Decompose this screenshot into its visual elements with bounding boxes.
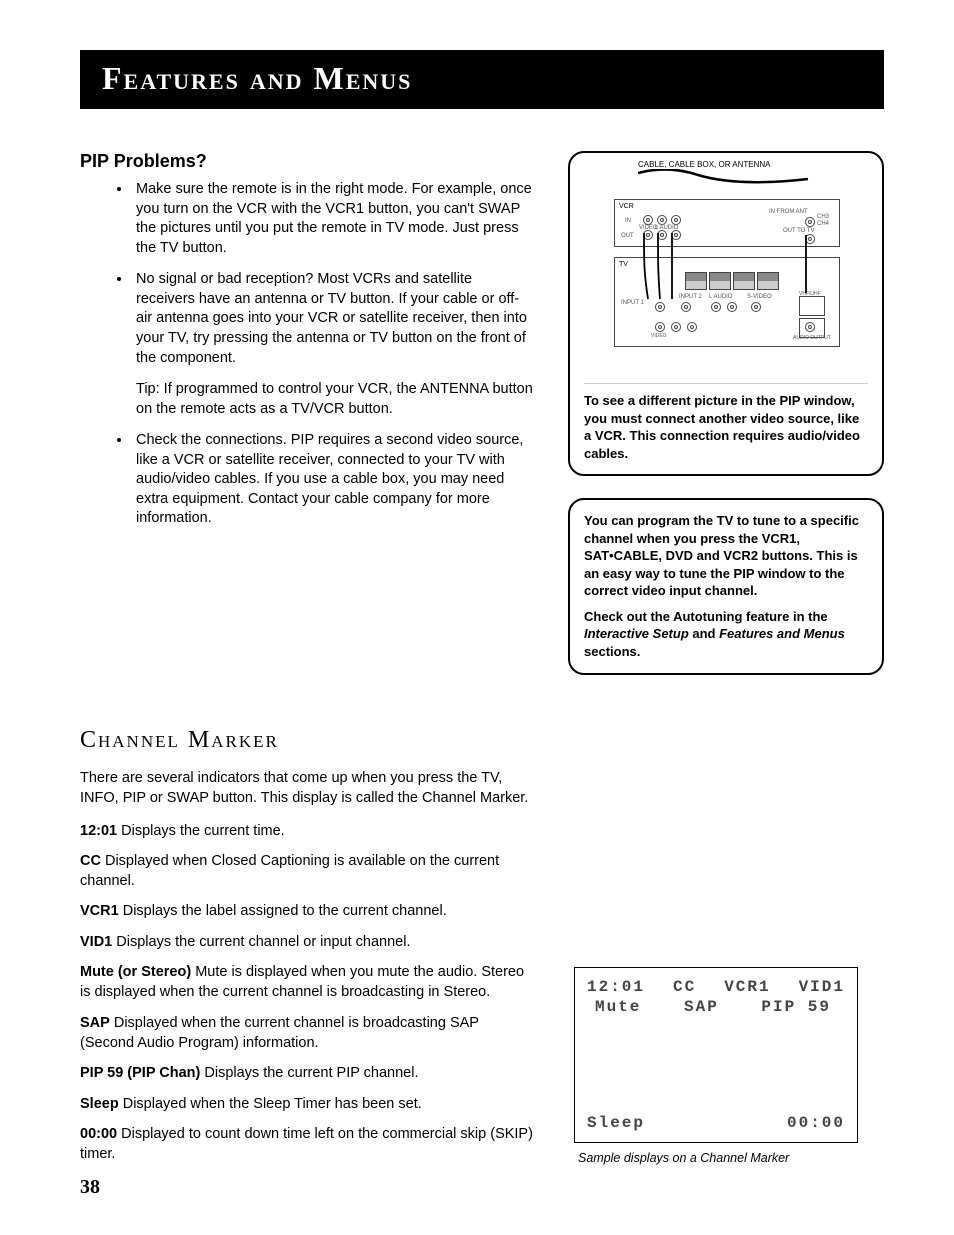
diagram-source-label: CABLE, CABLE BOX, OR ANTENNA xyxy=(638,161,770,169)
callout2-p2e: sections. xyxy=(584,644,640,659)
def-sleep: Sleep Displayed when the Sleep Timer has… xyxy=(80,1094,534,1114)
def-sap: SAP Displayed when the current channel i… xyxy=(80,1013,534,1054)
callout2-p2: Check out the Autotuning feature in the … xyxy=(584,608,868,661)
def-cc: CC Displayed when Closed Captioning is a… xyxy=(80,851,534,892)
marker-mute: Mute xyxy=(595,998,641,1016)
pip-b3-p1: Check the connections. PIP requires a se… xyxy=(136,431,534,529)
callout-autotune: You can program the TV to tune to a spec… xyxy=(568,498,884,674)
term-sleep: Sleep xyxy=(80,1096,119,1112)
marker-vcr1: VCR1 xyxy=(724,978,770,996)
def-vid1: VID1 Displays the current channel or inp… xyxy=(80,932,534,952)
desc-1201: Displays the current time. xyxy=(117,823,285,839)
desc-cc: Displayed when Closed Captioning is avai… xyxy=(80,853,499,889)
diagram-wires xyxy=(638,233,838,313)
callout2-p1: You can program the TV to tune to a spec… xyxy=(584,512,868,600)
marker-vid1: VID1 xyxy=(799,978,845,996)
callout-diagram: CABLE, CABLE BOX, OR ANTENNA VCR IN OUT xyxy=(568,151,884,476)
desc-sleep: Displayed when the Sleep Timer has been … xyxy=(119,1096,422,1112)
pip-b2-p1: No signal or bad reception? Most VCRs an… xyxy=(136,270,534,368)
diagram-tv-label: TV xyxy=(619,261,628,268)
marker-cc: CC xyxy=(673,978,696,996)
pip-bullet-list: Make sure the remote is in the right mod… xyxy=(80,180,534,529)
desc-0000: Displayed to count down time left on the… xyxy=(80,1126,533,1162)
page-header: Features and Menus xyxy=(80,50,884,109)
diagram-ch3-label: CH3 xyxy=(817,214,829,220)
callout2-p2b: Interactive Setup xyxy=(584,626,689,641)
def-0000: 00:00 Displayed to count down time left … xyxy=(80,1124,534,1165)
page-number: 38 xyxy=(80,1176,100,1199)
term-pip59: PIP 59 (PIP Chan) xyxy=(80,1065,200,1081)
term-sap: SAP xyxy=(80,1015,110,1031)
diagram-ch4-label: CH4 xyxy=(817,221,829,227)
marker-time: 12:01 xyxy=(587,978,645,996)
desc-vcr1: Displays the label assigned to the curre… xyxy=(119,903,447,919)
callout2-p2d: Features and Menus xyxy=(719,626,845,641)
channel-marker-display: 12:01 CC VCR1 VID1 Mute SAP PIP 59 Sleep… xyxy=(574,967,858,1143)
def-1201: 12:01 Displays the current time. xyxy=(80,821,534,841)
diagram-vcr-label: VCR xyxy=(619,203,634,210)
pip-bullet-2: No signal or bad reception? Most VCRs an… xyxy=(132,270,534,419)
pip-b2-p2: Tip: If programmed to control your VCR, … xyxy=(136,380,534,419)
connection-diagram: CABLE, CABLE BOX, OR ANTENNA VCR IN OUT xyxy=(584,153,868,384)
callout1-text: To see a different picture in the PIP wi… xyxy=(584,392,868,462)
diagram-audiol-label: L AUDIO xyxy=(655,225,678,231)
diagram-video2-label: VIDEO xyxy=(651,334,667,339)
right-column: CABLE, CABLE BOX, OR ANTENNA VCR IN OUT xyxy=(568,151,884,1174)
def-vcr1: VCR1 Displays the label assigned to the … xyxy=(80,901,534,921)
marker-sleep: Sleep xyxy=(587,1114,645,1132)
term-vcr1: VCR1 xyxy=(80,903,119,919)
term-cc: CC xyxy=(80,853,101,869)
def-mute: Mute (or Stereo) Mute is displayed when … xyxy=(80,962,534,1003)
diagram-in-label: IN xyxy=(625,218,631,224)
callout2-p2a: Check out the Autotuning feature in the xyxy=(584,609,828,624)
desc-vid1: Displays the current channel or input ch… xyxy=(112,934,410,950)
desc-pip59: Displays the current PIP channel. xyxy=(200,1065,418,1081)
callout2-p2c: and xyxy=(689,626,719,641)
def-pip59: PIP 59 (PIP Chan) Displays the current P… xyxy=(80,1063,534,1083)
marker-pip59: PIP 59 xyxy=(761,998,831,1016)
term-1201: 12:01 xyxy=(80,823,117,839)
term-vid1: VID1 xyxy=(80,934,112,950)
pip-bullet-3: Check the connections. PIP requires a se… xyxy=(132,431,534,529)
header-text: Features and Menus xyxy=(102,60,412,96)
term-0000: 00:00 xyxy=(80,1126,117,1142)
channel-heading: Channel Marker xyxy=(80,727,534,754)
diagram-audioout-label: AUDIO OUTPUT xyxy=(793,336,831,341)
left-column: PIP Problems? Make sure the remote is in… xyxy=(80,151,534,1174)
marker-sap: SAP xyxy=(684,998,719,1016)
desc-sap: Displayed when the current channel is br… xyxy=(80,1015,479,1051)
term-mute: Mute (or Stereo) xyxy=(80,964,191,980)
pip-heading: PIP Problems? xyxy=(80,151,534,172)
cable-line xyxy=(638,169,818,199)
pip-b1-p1: Make sure the remote is in the right mod… xyxy=(136,180,534,258)
marker-countdown: 00:00 xyxy=(787,1114,845,1132)
pip-bullet-1: Make sure the remote is in the right mod… xyxy=(132,180,534,258)
diagram-infromant-label: IN FROM ANT xyxy=(769,209,808,215)
diagram-out-label: OUT xyxy=(621,233,634,239)
channel-intro: There are several indicators that come u… xyxy=(80,768,534,809)
marker-caption: Sample displays on a Channel Marker xyxy=(578,1151,884,1165)
